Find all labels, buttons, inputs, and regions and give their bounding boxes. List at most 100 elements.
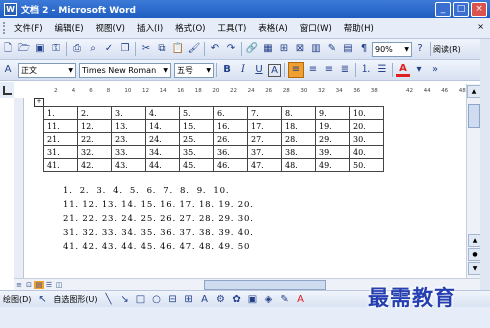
menu-tools[interactable]: 工具(T) bbox=[211, 22, 252, 34]
drawing-icon[interactable]: ✎ bbox=[325, 42, 339, 56]
chevron-down-icon[interactable]: ▼ bbox=[68, 64, 73, 77]
clip-art-icon[interactable]: ✿ bbox=[230, 293, 244, 307]
table-cell[interactable]: 20. bbox=[349, 119, 384, 133]
format-painter-icon[interactable]: 🖌 bbox=[187, 42, 201, 56]
columns-icon[interactable]: ▥ bbox=[309, 42, 323, 56]
read-mode-button[interactable]: 阅读(R) bbox=[433, 44, 461, 55]
table-cell[interactable]: 34. bbox=[145, 145, 180, 159]
insert-table-icon[interactable]: ⊞ bbox=[277, 42, 291, 56]
table-cell[interactable]: 43. bbox=[111, 158, 146, 172]
styles-formatting-icon[interactable]: A bbox=[1, 63, 15, 77]
menu-insert[interactable]: 插入(I) bbox=[131, 22, 169, 34]
reading-layout-icon[interactable]: ◫ bbox=[54, 281, 64, 289]
menu-window[interactable]: 窗口(W) bbox=[294, 22, 338, 34]
hyperlink-icon[interactable]: 🔗 bbox=[245, 42, 259, 56]
table-cell[interactable]: 9. bbox=[315, 106, 350, 120]
draw-menu-button[interactable]: 绘图(D) bbox=[0, 294, 34, 305]
oval-icon[interactable]: ○ bbox=[150, 293, 164, 307]
table-cell[interactable]: 15. bbox=[179, 119, 214, 133]
cut-icon[interactable]: ✂ bbox=[139, 42, 153, 56]
table-cell[interactable]: 8. bbox=[281, 106, 316, 120]
table-cell[interactable]: 46. bbox=[213, 158, 248, 172]
chevron-down-icon[interactable]: ▾ bbox=[412, 63, 426, 77]
table-cell[interactable]: 30. bbox=[349, 132, 384, 146]
menu-file[interactable]: 文件(F) bbox=[8, 22, 49, 34]
rectangle-icon[interactable]: □ bbox=[134, 293, 148, 307]
save-icon[interactable]: ▣ bbox=[33, 42, 47, 56]
font-combo[interactable]: Times New Roman ▼ bbox=[79, 62, 171, 78]
table-cell[interactable]: 39. bbox=[315, 145, 350, 159]
font-color-icon[interactable]: A bbox=[294, 293, 308, 307]
font-size-combo[interactable]: 五号 ▼ bbox=[174, 62, 214, 78]
horizontal-ruler[interactable]: 2 4 6 8 10 12 14 16 18 20 22 24 26 28 30 32 34 36 38 42 44 46… bbox=[14, 84, 468, 99]
document-map-icon[interactable]: ▤ bbox=[341, 42, 355, 56]
table-cell[interactable]: 6. bbox=[213, 106, 248, 120]
align-center-icon[interactable]: ≡ bbox=[306, 63, 320, 77]
scroll-up-icon[interactable]: ▲ bbox=[467, 85, 481, 98]
tables-borders-icon[interactable]: ▦ bbox=[261, 42, 275, 56]
table-cell[interactable]: 45. bbox=[179, 158, 214, 172]
print-icon[interactable]: ⎙ bbox=[70, 42, 84, 56]
line-icon[interactable]: ╲ bbox=[102, 293, 116, 307]
outline-view-icon[interactable]: ☰ bbox=[44, 281, 54, 289]
permission-icon[interactable]: ⚿ bbox=[49, 42, 63, 56]
menu-format[interactable]: 格式(O) bbox=[169, 22, 211, 34]
table-cell[interactable]: 19. bbox=[315, 119, 350, 133]
style-combo[interactable]: 正文 ▼ bbox=[18, 62, 76, 78]
table-cell[interactable]: 12. bbox=[77, 119, 112, 133]
numbering-icon[interactable]: ⒈ bbox=[359, 63, 373, 77]
table-cell[interactable]: 49. bbox=[315, 158, 350, 172]
table-cell[interactable]: 4. bbox=[145, 106, 180, 120]
table-cell[interactable]: 7. bbox=[247, 106, 282, 120]
chevron-down-icon[interactable]: ▼ bbox=[163, 64, 168, 77]
redo-icon[interactable]: ↷ bbox=[224, 42, 238, 56]
vertical-ruler[interactable] bbox=[14, 98, 24, 278]
fill-color-icon[interactable]: ◈ bbox=[262, 293, 276, 307]
table-cell[interactable]: 29. bbox=[315, 132, 350, 146]
justify-icon[interactable]: ≣ bbox=[338, 63, 352, 77]
insert-excel-icon[interactable]: ⊠ bbox=[293, 42, 307, 56]
normal-view-icon[interactable]: ≡ bbox=[14, 281, 24, 289]
table-cell[interactable]: 44. bbox=[145, 158, 180, 172]
document-page[interactable]: + 1. 2. 3. 4. 5. 6. 7. 8. 9. 10. 11. 12. 13. 14. 15. 16… bbox=[24, 98, 466, 278]
web-layout-icon[interactable]: ⊡ bbox=[24, 281, 34, 289]
paste-icon[interactable]: 📋 bbox=[171, 42, 185, 56]
table-cell[interactable]: 48. bbox=[281, 158, 316, 172]
text-line[interactable]: 21. 22. 23. 24. 25. 26. 27. 28. 29. 30. bbox=[63, 214, 254, 224]
table-cell[interactable]: 23. bbox=[111, 132, 146, 146]
table-cell[interactable]: 26. bbox=[213, 132, 248, 146]
table-cell[interactable]: 11. bbox=[43, 119, 78, 133]
text-line[interactable]: 1. 2. 3. 4. 5. 6. 7. 8. 9. 10. bbox=[63, 186, 229, 196]
table-cell[interactable]: 13. bbox=[111, 119, 146, 133]
word-app-icon[interactable]: W bbox=[4, 2, 17, 16]
table-cell[interactable]: 37. bbox=[247, 145, 282, 159]
horizontal-scroll-thumb[interactable] bbox=[204, 280, 326, 290]
table-cell[interactable]: 50. bbox=[349, 158, 384, 172]
picture-icon[interactable]: ▣ bbox=[246, 293, 260, 307]
select-objects-icon[interactable]: ↖ bbox=[35, 293, 49, 307]
vertical-text-box-icon[interactable]: ⊞ bbox=[182, 293, 196, 307]
table-cell[interactable]: 21. bbox=[43, 132, 78, 146]
bullets-icon[interactable]: ☰ bbox=[375, 63, 389, 77]
table-cell[interactable]: 5. bbox=[179, 106, 214, 120]
table-cell[interactable]: 47. bbox=[247, 158, 282, 172]
chevron-down-icon[interactable]: ▼ bbox=[404, 43, 409, 56]
table-cell[interactable]: 36. bbox=[213, 145, 248, 159]
spelling-icon[interactable]: ✓ bbox=[102, 42, 116, 56]
font-color-button[interactable]: A bbox=[396, 63, 410, 77]
character-border-button[interactable]: A bbox=[268, 63, 281, 77]
text-line[interactable]: 41. 42. 43. 44. 45. 46. 47. 48. 49. 50 bbox=[63, 242, 250, 252]
text-box-icon[interactable]: ⊟ bbox=[166, 293, 180, 307]
number-table[interactable]: 1. 2. 3. 4. 5. 6. 7. 8. 9. 10. 11. 12. 13. 14. 15. 16. 1… bbox=[43, 106, 384, 172]
copy-icon[interactable]: ⧉ bbox=[155, 42, 169, 56]
print-preview-icon[interactable]: ⌕ bbox=[86, 42, 100, 56]
close-doc-icon[interactable]: × bbox=[477, 22, 484, 31]
table-cell[interactable]: 40. bbox=[349, 145, 384, 159]
italic-button[interactable]: I bbox=[236, 63, 250, 77]
table-cell[interactable]: 25. bbox=[179, 132, 214, 146]
show-hide-icon[interactable]: ¶ bbox=[357, 42, 371, 56]
bold-button[interactable]: B bbox=[220, 63, 234, 77]
chevron-down-icon[interactable]: ▼ bbox=[206, 64, 211, 77]
menu-view[interactable]: 视图(V) bbox=[90, 22, 131, 34]
table-cell[interactable]: 2. bbox=[77, 106, 112, 120]
